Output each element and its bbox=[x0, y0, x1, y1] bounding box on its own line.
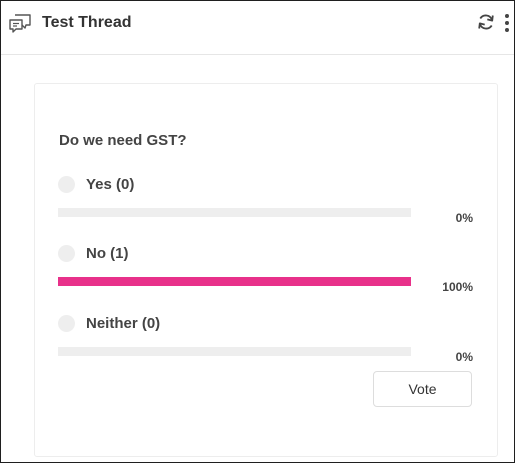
poll-option: Yes (0) 0% bbox=[35, 176, 497, 236]
option-label[interactable]: Neither (0) bbox=[86, 315, 160, 332]
option-label[interactable]: No (1) bbox=[86, 245, 129, 262]
option-radio[interactable] bbox=[58, 315, 75, 332]
thread-title: Test Thread bbox=[42, 14, 132, 31]
option-percent: 0% bbox=[455, 350, 473, 364]
option-radio[interactable] bbox=[58, 245, 75, 262]
option-radio[interactable] bbox=[58, 176, 75, 193]
option-percent: 0% bbox=[455, 211, 473, 225]
result-bar-track bbox=[58, 208, 411, 217]
more-vertical-icon[interactable] bbox=[503, 12, 511, 34]
result-bar-track bbox=[58, 347, 411, 356]
thread-header: Test Thread bbox=[1, 1, 514, 55]
refresh-icon[interactable] bbox=[476, 12, 496, 32]
chat-bubbles-icon bbox=[9, 14, 31, 33]
option-label[interactable]: Yes (0) bbox=[86, 176, 134, 193]
poll-option: Neither (0) 0% bbox=[35, 315, 497, 375]
poll-option: No (1) 100% bbox=[35, 245, 497, 305]
vote-button[interactable]: Vote bbox=[373, 371, 472, 407]
result-bar-track bbox=[58, 277, 411, 286]
poll-card: Do we need GST? Yes (0) 0% No (1) 100% N… bbox=[34, 83, 498, 457]
poll-question: Do we need GST? bbox=[59, 132, 187, 149]
option-percent: 100% bbox=[442, 280, 473, 294]
result-bar-fill bbox=[58, 277, 411, 286]
thread-window: Test Thread Do we need GST? Yes (0) 0% N… bbox=[0, 0, 515, 463]
